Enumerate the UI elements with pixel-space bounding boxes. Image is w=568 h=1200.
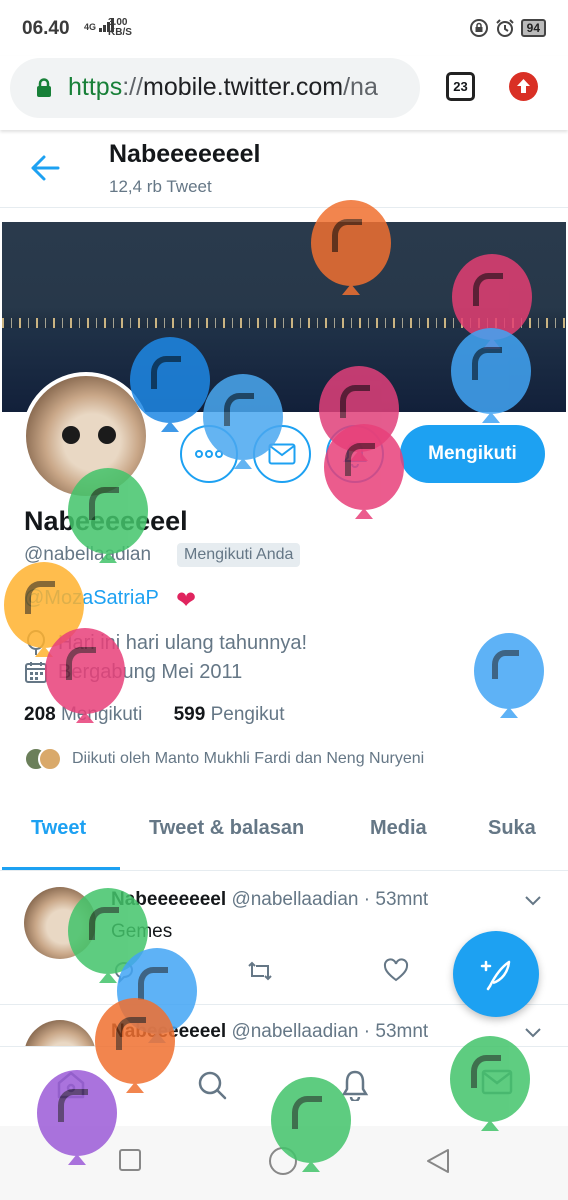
more-dots-icon — [195, 450, 223, 458]
more-button[interactable] — [180, 425, 238, 483]
profile-name: Nabeeeeeeel — [24, 506, 188, 536]
header-tweet-count: 12,4 rb Tweet — [109, 177, 212, 196]
battery-indicator: 94 — [520, 19, 546, 37]
following-label: Mengikuti — [60, 704, 143, 725]
browser-toolbar: https://mobile.twitter.com/na 23 — [0, 56, 568, 130]
tab-media[interactable]: Media — [370, 817, 427, 840]
chevron-down-icon[interactable] — [524, 895, 542, 907]
followers-label: Pengikut — [210, 704, 285, 725]
status-bar: 06.40 4G 3.00 KB/S 94 — [0, 0, 568, 56]
tab-tweet[interactable]: Tweet — [31, 817, 86, 840]
joined-text: Bergabung Mei 2011 — [58, 660, 243, 683]
profile-avatar[interactable] — [22, 372, 150, 500]
lock-icon — [37, 78, 51, 97]
url-scheme: https — [68, 73, 123, 101]
update-button[interactable] — [509, 72, 538, 101]
bio-mention-link[interactable]: @MozaSatriaP — [24, 587, 159, 610]
followed-by-text: Diikuti oleh Manto Mukhli Fardi dan Neng… — [72, 750, 425, 767]
tweet-author-handle: @nabellaadian — [231, 889, 359, 910]
balloon-icon — [27, 630, 45, 655]
status-icons: 94 — [469, 18, 546, 38]
follows-you-badge: Mengikuti Anda — [177, 543, 301, 567]
like-icon[interactable] — [383, 958, 409, 984]
url-text: https://mobile.twitter.com/na — [68, 73, 378, 102]
birthday-text: Hari ini hari ulang tahunnya! — [58, 631, 308, 654]
followed-by-avatars — [24, 747, 62, 771]
url-host: mobile.twitter.com — [143, 73, 344, 101]
following-count: 208 — [24, 704, 56, 725]
tweet-author-handle: @nabellaadian — [231, 1021, 359, 1042]
tab-likes[interactable]: Suka — [488, 817, 536, 840]
tweet-author-name[interactable]: Nabeeeeeeel — [111, 1021, 226, 1042]
followers-link[interactable]: 599 Pengikut — [174, 704, 285, 725]
envelope-icon — [268, 443, 296, 465]
tab-switcher-button[interactable]: 23 — [446, 72, 475, 101]
tweet-separator: · — [363, 889, 371, 910]
reply-icon[interactable] — [111, 958, 137, 984]
avatar — [38, 747, 62, 771]
message-button[interactable] — [253, 425, 311, 483]
lock-rotation-icon — [469, 19, 488, 37]
followers-count: 599 — [173, 704, 206, 725]
birthday-line: Hari ini hari ulang tahunnya! — [24, 630, 307, 656]
bell-icon[interactable] — [340, 1069, 370, 1101]
feather-plus-icon — [480, 960, 511, 991]
profile-header: Nabeeeeeeel 12,4 rb Tweet — [0, 130, 568, 208]
tweet-header: Nabeeeeeeel @nabellaadian · 53mnt — [111, 889, 428, 911]
tweet-text: Gemes — [111, 921, 173, 942]
avatar-eye — [62, 426, 80, 444]
arrow-up-icon — [517, 79, 530, 93]
system-navigation — [0, 1126, 568, 1200]
arrow-left-icon[interactable] — [30, 154, 60, 182]
joined-line: Bergabung Mei 2011 — [24, 660, 242, 684]
screen: 06.40 4G 3.00 KB/S 94 https://mobile.twi… — [0, 0, 568, 1200]
notify-button[interactable] — [326, 425, 384, 483]
url-path: /na — [343, 73, 378, 101]
tweet-header: Nabeeeeeeel @nabellaadian · 53mnt — [111, 1021, 428, 1043]
followed-by[interactable]: Diikuti oleh Manto Mukhli Fardi dan Neng… — [24, 744, 424, 774]
compose-tweet-button[interactable] — [453, 931, 539, 1017]
signal-label: 4G — [84, 22, 97, 32]
recents-icon[interactable] — [118, 1148, 142, 1172]
tweet-avatar[interactable] — [24, 1020, 96, 1046]
profile-tabs: Tweet Tweet & balasan Media Suka — [0, 795, 568, 871]
tweet-time: 53mnt — [375, 889, 429, 910]
network-speed: 3.00 KB/S — [108, 18, 132, 38]
tweet-time: 53mnt — [375, 1021, 429, 1042]
search-icon[interactable] — [196, 1069, 228, 1101]
mail-icon[interactable] — [481, 1069, 513, 1095]
following-link[interactable]: 208 Mengikuti — [24, 704, 142, 725]
tweet-separator: · — [363, 1021, 371, 1042]
avatar-eye — [98, 426, 116, 444]
retweet-icon[interactable] — [246, 958, 274, 984]
alarm-icon — [495, 19, 514, 37]
active-tab-indicator — [2, 867, 120, 870]
tweet-avatar[interactable] — [24, 887, 96, 959]
bottom-navigation — [0, 1046, 568, 1126]
tweet-author-name[interactable]: Nabeeeeeeel — [111, 889, 226, 910]
banner-city-lights — [2, 318, 566, 328]
speed-unit: KB/S — [108, 27, 132, 38]
header-name: Nabeeeeeeel — [109, 140, 261, 168]
home-circle-icon[interactable] — [268, 1146, 298, 1176]
calendar-icon — [25, 662, 47, 683]
url-separator: :// — [122, 73, 144, 101]
balloon-decoration — [474, 633, 544, 718]
back-triangle-icon[interactable] — [425, 1148, 451, 1174]
home-icon[interactable] — [55, 1069, 87, 1101]
follow-stats: 208 Mengikuti 599 Pengikut — [24, 704, 285, 726]
bell-plus-icon — [343, 441, 367, 468]
tab-tweet-replies[interactable]: Tweet & balasan — [149, 817, 304, 840]
url-bar[interactable]: https://mobile.twitter.com/na — [10, 58, 420, 118]
following-button[interactable]: Mengikuti — [400, 425, 545, 483]
chevron-down-icon[interactable] — [524, 1027, 542, 1039]
heart-icon: ❤ — [176, 587, 197, 614]
status-time: 06.40 — [22, 18, 70, 39]
profile-handle: @nabellaadian — [24, 544, 152, 565]
